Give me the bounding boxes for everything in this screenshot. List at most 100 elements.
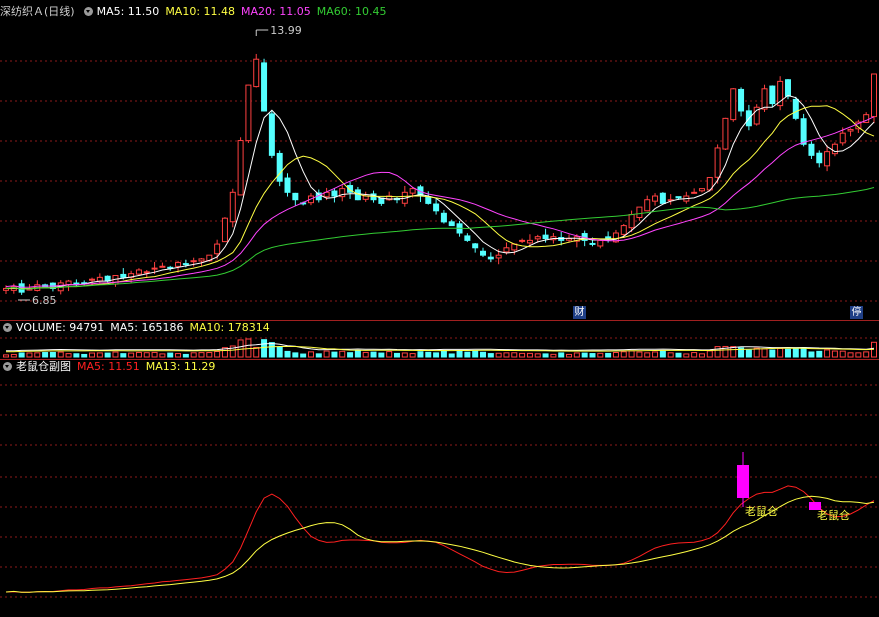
volume-bar <box>300 353 307 358</box>
candle-body <box>487 256 494 260</box>
candle-body <box>738 88 745 112</box>
volume-bar <box>307 351 314 358</box>
legend-ma60: MA60: 10.45 <box>316 5 387 18</box>
volume-bar <box>573 352 580 358</box>
volume-bar <box>824 349 831 358</box>
volume-bar <box>409 353 416 358</box>
candle-body <box>480 250 487 256</box>
finance-tag[interactable]: 财 <box>573 306 586 319</box>
candle-body <box>214 243 221 255</box>
indicator-ma5-line <box>5 485 875 593</box>
volume-bar <box>503 352 510 358</box>
volume-bar <box>652 351 659 358</box>
volume-bar <box>284 350 291 358</box>
volume-bar <box>315 353 322 358</box>
candle-body <box>409 188 416 194</box>
volume-bar <box>487 353 494 358</box>
volume-bar <box>182 353 189 358</box>
candle-body <box>143 271 150 274</box>
candle-body <box>824 151 831 167</box>
candle-body <box>292 192 299 201</box>
candle-body <box>229 191 236 223</box>
candle-body <box>589 242 596 245</box>
volume-bar <box>440 350 447 358</box>
volume-bar <box>667 352 674 358</box>
volume-bar <box>808 351 815 358</box>
candle-body <box>526 239 533 244</box>
candle-body <box>620 225 627 235</box>
candle-body <box>237 140 244 196</box>
volume-bar <box>526 352 533 358</box>
volume-bar <box>151 351 158 358</box>
volume-bar <box>143 352 150 358</box>
volume-bar <box>245 338 252 358</box>
suspend-tag[interactable]: 停 <box>850 306 863 319</box>
candle-body <box>276 152 283 182</box>
volume-bar <box>644 352 651 358</box>
volume-bar <box>167 352 174 358</box>
candle-body <box>253 58 260 88</box>
candle-body <box>659 192 666 204</box>
candle-body <box>440 212 447 223</box>
candle-body <box>839 132 846 144</box>
legend-ma20: MA20: 11.05 <box>241 5 311 18</box>
candle-body <box>159 265 166 268</box>
volume-panel-header: VOLUME: 94791 MA5: 165186 MA10: 178314 <box>0 321 276 335</box>
volume-bar <box>792 348 799 358</box>
volume-bar <box>73 353 80 358</box>
candle-body <box>503 247 510 253</box>
volume-bar <box>620 351 627 358</box>
volume-bar <box>237 339 244 358</box>
volume-bar <box>784 348 791 358</box>
candle-body <box>652 195 659 202</box>
volume-bar <box>472 350 479 358</box>
low-price-label: 6.85 <box>32 294 57 307</box>
stock-name: 深纺织Ａ <box>0 5 44 18</box>
indicator-ma5: MA5: 11.51 <box>77 360 140 373</box>
volume-bar <box>362 351 369 358</box>
volume-bar <box>659 350 666 358</box>
indicator-sub-menu-icon[interactable] <box>3 362 12 371</box>
candle-body <box>268 113 275 156</box>
volume-bar <box>347 352 354 358</box>
volume-bar <box>175 353 182 358</box>
indicator-menu-icon[interactable] <box>83 7 93 16</box>
volume-bar <box>769 349 776 358</box>
volume-bar <box>159 353 166 358</box>
candle-body <box>800 118 807 145</box>
volume-bar <box>370 351 377 358</box>
high-price-label: 13.99 <box>270 24 302 37</box>
volume-bar <box>495 352 502 358</box>
volume-bar <box>354 350 361 358</box>
candle-body <box>636 206 643 219</box>
chart-canvas: 13.99 6.85 老鼠仓 老鼠仓 <box>0 24 879 598</box>
volume-bar <box>393 352 400 358</box>
volume-bar <box>57 351 64 358</box>
candle-body <box>495 254 502 259</box>
candle-body <box>331 190 338 197</box>
volume-bar <box>605 352 612 358</box>
candle-body <box>448 221 455 227</box>
legend-ma5: MA5: 11.50 <box>96 5 160 18</box>
volume-bar <box>855 352 862 358</box>
volume-bar <box>706 350 713 358</box>
volume-menu-icon[interactable] <box>3 323 12 332</box>
candle-body <box>221 217 228 243</box>
candle-body <box>284 177 291 193</box>
candle-body <box>605 236 612 240</box>
volume-bar <box>698 353 705 358</box>
signal-label-1: 老鼠仓 <box>745 504 778 518</box>
candle-body <box>628 214 635 229</box>
volume-bar <box>323 350 330 358</box>
signal-bar-1 <box>737 465 749 498</box>
volume-bar <box>10 353 17 358</box>
candle-body <box>769 85 776 105</box>
volume-value: VOLUME: 94791 <box>16 321 105 334</box>
volume-bar <box>519 352 526 358</box>
volume-bar <box>104 352 111 358</box>
candle-body <box>542 234 549 240</box>
volume-bar <box>339 350 346 358</box>
volume-bar <box>425 351 432 358</box>
volume-bar <box>550 353 557 358</box>
price-panel-header: 深纺织Ａ(日线) MA5: 11.50 MA10: 11.48 MA20: 11.05… <box>0 5 392 19</box>
